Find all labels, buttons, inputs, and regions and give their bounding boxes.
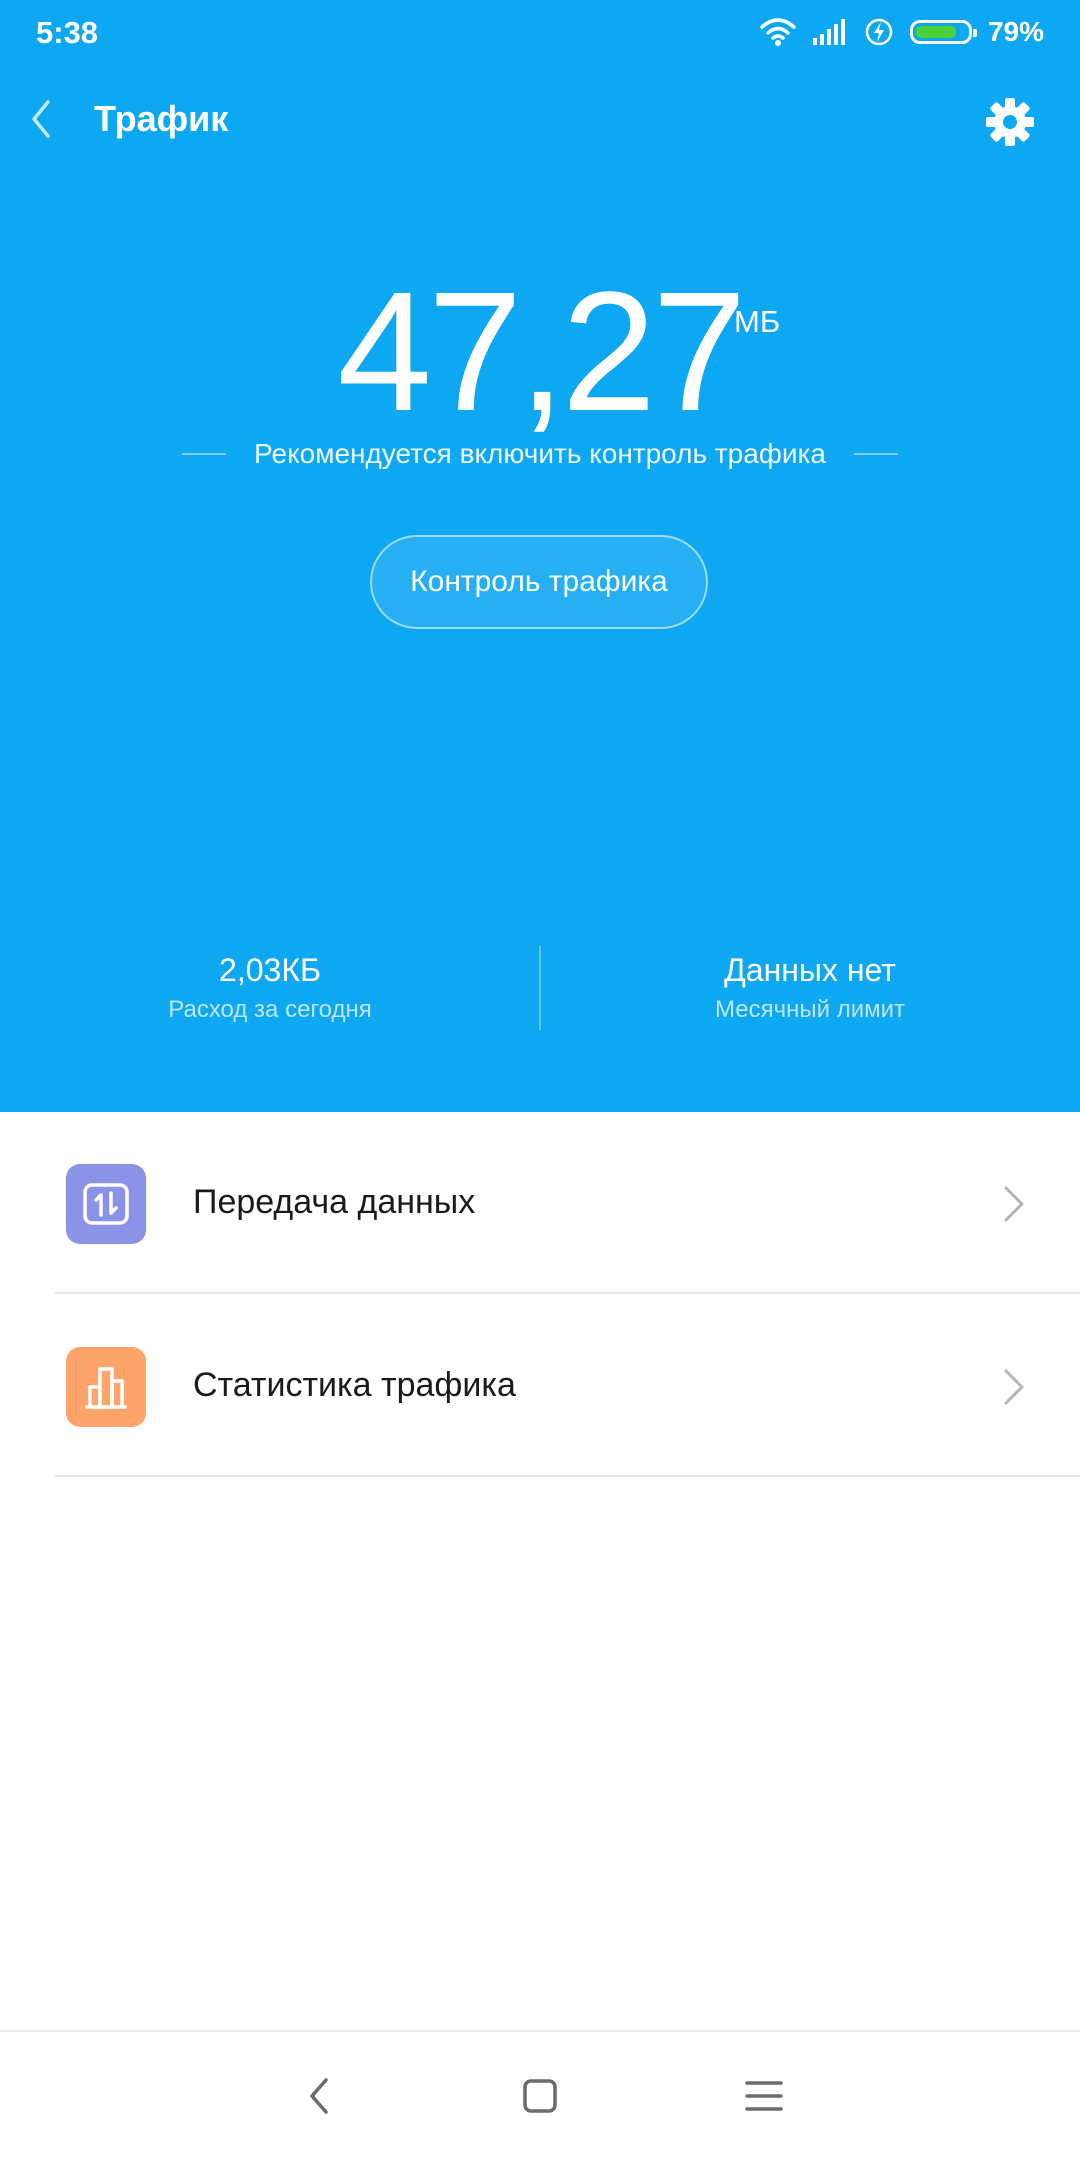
- nav-menu-button[interactable]: [734, 2066, 794, 2126]
- divider-right: [853, 453, 898, 455]
- back-button[interactable]: [22, 94, 72, 144]
- gear-icon: [986, 98, 1034, 146]
- wifi-icon: [760, 18, 796, 46]
- bar-chart-icon: [66, 1347, 146, 1427]
- today-usage-label: Расход за сегодня: [168, 996, 372, 1023]
- data-transfer-icon: [66, 1164, 146, 1244]
- status-time: 5:38: [36, 15, 99, 50]
- navigation-bar: [0, 2030, 1080, 2162]
- chevron-right-icon: [1004, 1186, 1024, 1222]
- traffic-usage-unit: МБ: [734, 304, 781, 339]
- recommendation-row: Рекомендуется включить контроль трафика: [0, 432, 1080, 476]
- battery-tip: [972, 29, 977, 37]
- chevron-left-icon: [32, 100, 50, 138]
- signal-icon: [812, 19, 845, 45]
- home-icon: [523, 2079, 557, 2113]
- bar-chart-glyph: [85, 1367, 127, 1409]
- status-bar: 5:38 79%: [0, 0, 1080, 66]
- monthly-limit-stat[interactable]: Данных нет Месячный лимит: [540, 948, 1080, 1028]
- recommendation-text: Рекомендуется включить контроль трафика: [254, 438, 826, 469]
- today-usage-value: 2,03КБ: [219, 952, 321, 988]
- list-divider: [55, 1292, 1080, 1294]
- title-bar: Трафик: [0, 82, 1080, 156]
- traffic-header-panel: 5:38 79% Трафик 47,27 МБ Рекомендуется в…: [0, 0, 1080, 1112]
- traffic-control-button[interactable]: Контроль трафика: [370, 535, 708, 629]
- traffic-statistics-label: Статистика трафика: [193, 1366, 516, 1404]
- page-title: Трафик: [94, 98, 229, 139]
- traffic-statistics-item[interactable]: Статистика трафика: [0, 1295, 1080, 1477]
- data-transfer-label: Передача данных: [193, 1183, 476, 1221]
- monthly-limit-label: Месячный лимит: [715, 996, 905, 1023]
- data-transfer-glyph: [83, 1183, 129, 1225]
- nav-home-button[interactable]: [510, 2066, 570, 2126]
- back-icon: [310, 2078, 328, 2114]
- monthly-limit-value: Данных нет: [724, 952, 896, 988]
- battery-percent: 79%: [987, 16, 1044, 47]
- data-transfer-item[interactable]: Передача данных: [0, 1112, 1080, 1294]
- charging-icon: [865, 18, 893, 46]
- traffic-usage-value: 47,27: [337, 257, 746, 447]
- divider-left: [182, 453, 227, 455]
- today-usage-stat: 2,03КБ Расход за сегодня: [0, 948, 540, 1028]
- nav-back-button[interactable]: [290, 2066, 350, 2126]
- menu-icon: [745, 2081, 783, 2111]
- battery-level-fill: [915, 26, 956, 38]
- status-icons: 79%: [760, 12, 1044, 52]
- chevron-right-icon: [1004, 1369, 1024, 1405]
- settings-button[interactable]: [984, 96, 1036, 148]
- battery-icon: [909, 20, 977, 44]
- list-divider: [55, 1475, 1080, 1477]
